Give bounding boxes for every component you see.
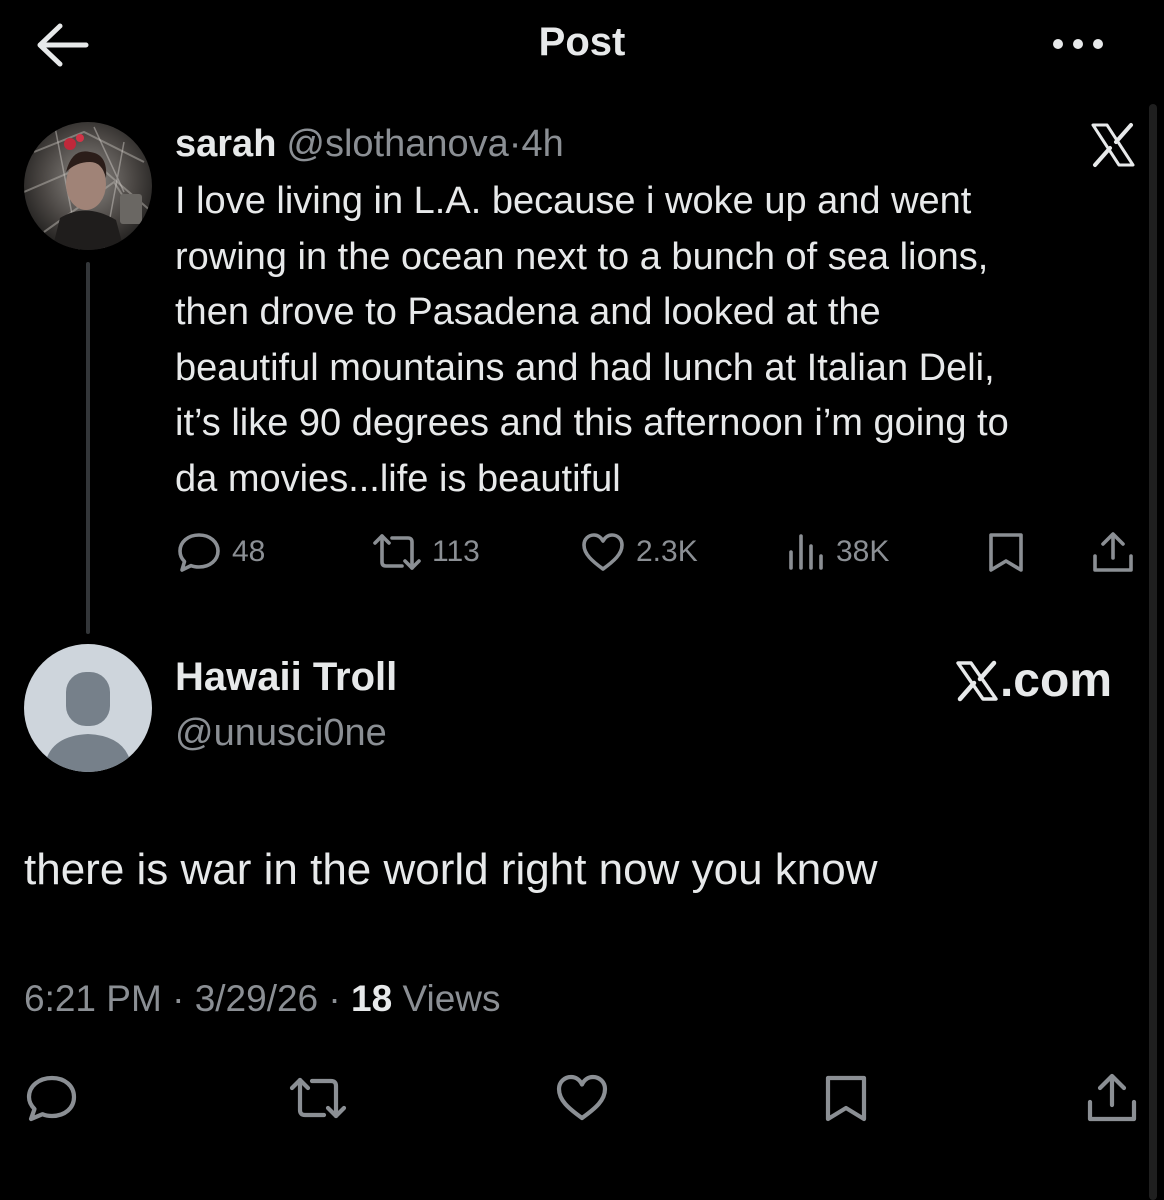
tweet-time[interactable]: 4h: [521, 123, 563, 165]
heart-icon: [556, 1074, 608, 1121]
author-handle[interactable]: @slothanova: [286, 123, 508, 165]
bookmark-icon: [989, 533, 1023, 572]
separator-dot: ·: [172, 978, 185, 1019]
post-views-label: Views: [402, 978, 501, 1019]
tweet-text-line: I love living in L.A. because i woke up …: [175, 180, 972, 222]
x-logo-icon: [1090, 122, 1136, 168]
avatar[interactable]: [24, 644, 152, 772]
profile-photo: [24, 122, 152, 250]
avatar[interactable]: [24, 122, 152, 250]
repost-arrows-icon: [373, 534, 421, 570]
views-button[interactable]: 38K: [786, 526, 889, 578]
bookmark-button[interactable]: [986, 526, 1026, 578]
post-date[interactable]: 3/29/26: [195, 978, 318, 1019]
repost-arrows-icon: [289, 1077, 347, 1119]
scrollbar[interactable]: [1149, 104, 1157, 1200]
share-upload-icon: [1093, 532, 1133, 572]
tweet-text-line: rowing in the ocean next to a bunch of s…: [175, 235, 989, 278]
share-button[interactable]: [1084, 1072, 1140, 1124]
reply-author-handle[interactable]: @unusci0ne: [175, 712, 387, 755]
bookmark-button[interactable]: [822, 1072, 878, 1124]
default-profile-icon: [44, 672, 132, 772]
reply-button[interactable]: 48: [176, 526, 265, 578]
page-title: Post: [538, 20, 626, 64]
x-logo-icon: [956, 660, 998, 701]
separator-dot: ·: [508, 123, 522, 165]
reply-author-display-name[interactable]: Hawaii Troll: [175, 655, 397, 700]
repost-button[interactable]: 113: [372, 526, 480, 578]
post-views-count: 18: [351, 978, 393, 1019]
repost-button[interactable]: [288, 1072, 347, 1124]
views-count: 38K: [836, 535, 890, 568]
tweet-text: I love living in L.A. because i woke up …: [175, 174, 1150, 507]
tweet-text-line: da movies...life is beautiful: [175, 457, 621, 500]
share-upload-icon: [1087, 1073, 1137, 1122]
reply-button[interactable]: [24, 1072, 80, 1124]
tweet-header: sarah @slothanova·4h: [175, 120, 564, 168]
post-time[interactable]: 6:21 PM: [24, 978, 162, 1019]
reply-text: there is war in the world right now you …: [24, 845, 878, 894]
tweet-text-line: beautiful mountains and had lunch at Ita…: [175, 346, 995, 389]
watermark-text: .com: [999, 654, 1112, 707]
bar-chart-icon: [789, 534, 823, 570]
like-count: 2.3K: [636, 535, 698, 568]
separator-dot: ·: [328, 978, 341, 1019]
thread-connector-line: [86, 262, 90, 634]
repost-count: 113: [432, 535, 480, 568]
x-com-watermark: .com: [955, 653, 1112, 708]
tweet-text-line: then drove to Pasadena and looked at the: [175, 291, 881, 333]
post-metadata: 6:21 PM · 3/29/26 · 18 Views: [24, 978, 501, 1020]
heart-icon: [582, 533, 624, 571]
like-button[interactable]: [554, 1072, 610, 1124]
author-display-name[interactable]: sarah: [175, 123, 276, 165]
more-horizontal-icon: [1053, 39, 1103, 49]
share-button[interactable]: [1090, 526, 1136, 578]
more-options-button[interactable]: [1048, 30, 1108, 58]
like-button[interactable]: 2.3K: [580, 526, 698, 578]
reply-count: 48: [232, 535, 266, 568]
bookmark-icon: [825, 1075, 867, 1122]
speech-bubble-icon: [178, 533, 220, 572]
speech-bubble-icon: [26, 1075, 77, 1122]
tweet-text-line: it’s like 90 degrees and this afternoon …: [175, 402, 1009, 444]
